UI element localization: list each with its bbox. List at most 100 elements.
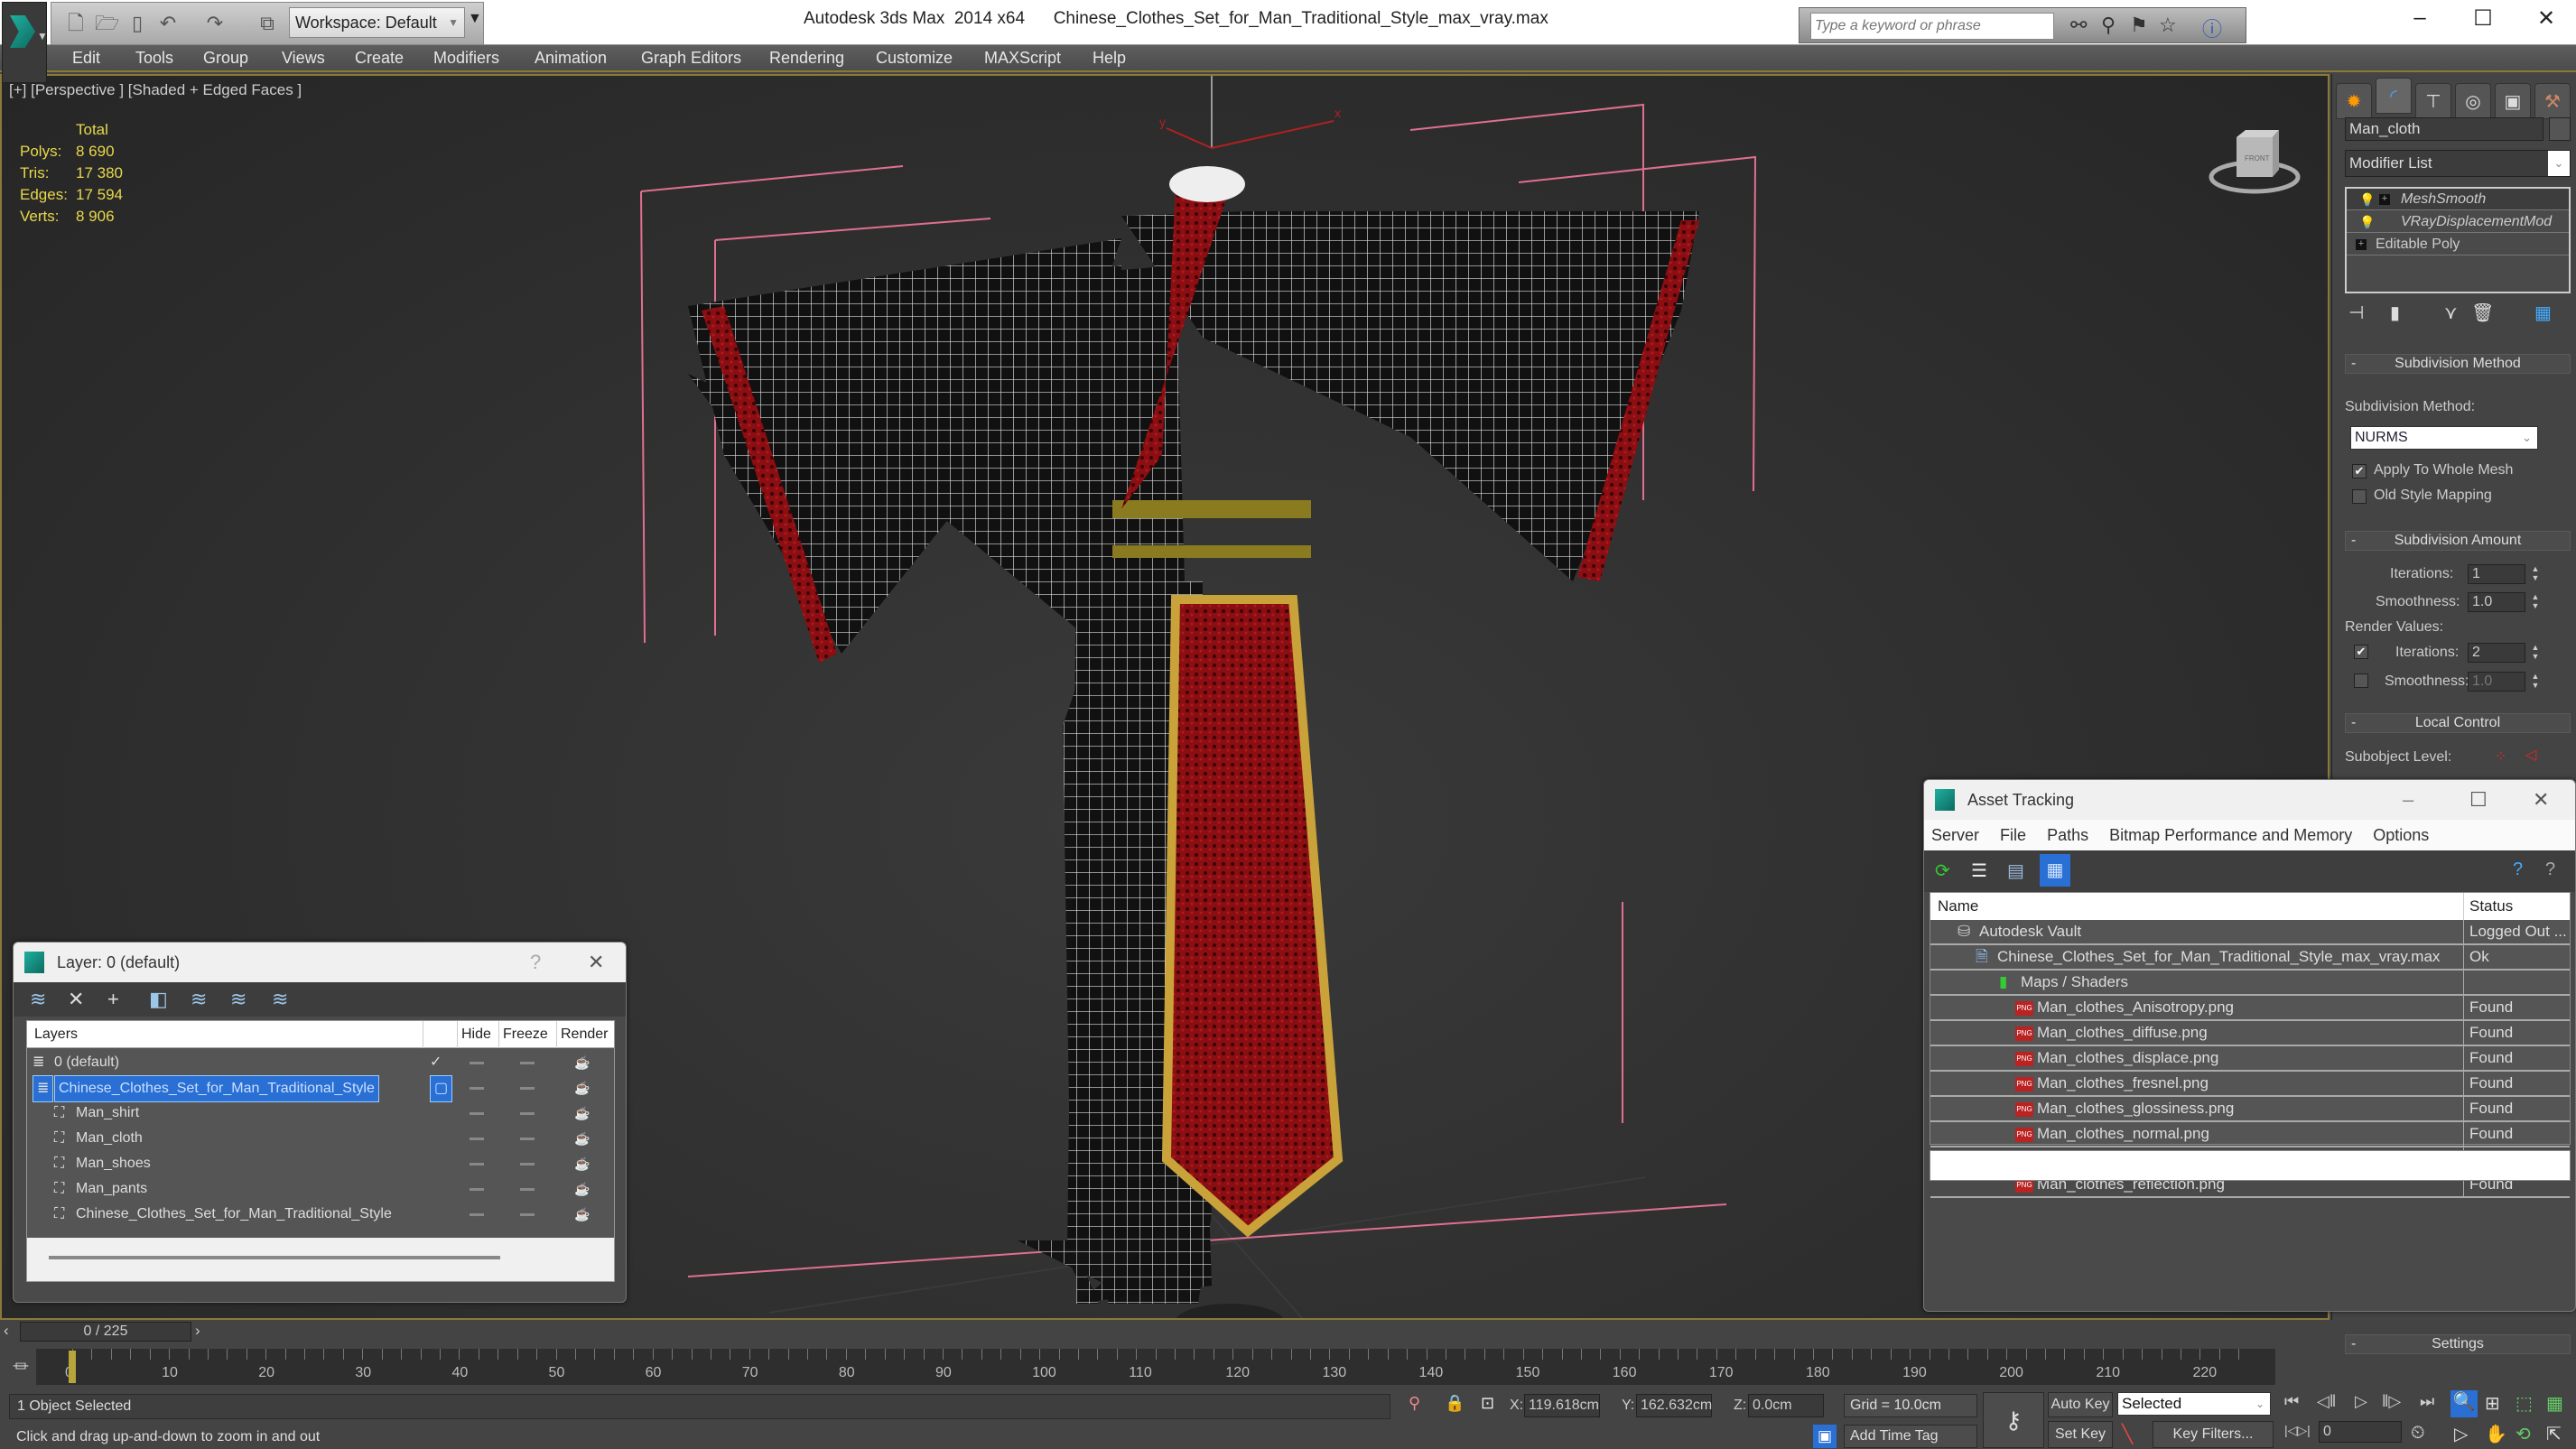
asset-row[interactable]: PNG Man_clothes_displace.png Found [1930,1046,2570,1072]
asset-row[interactable]: 🗎 Chinese_Clothes_Set_for_Man_Traditional… [1930,945,2570,971]
asset-row[interactable]: PNG Man_clothes_normal.png Found [1930,1122,2570,1147]
field-of-view-icon[interactable]: ▷ [2454,1423,2468,1445]
layer-row[interactable]: ⛶ Chinese_Clothes_Set_for_Man_Traditional… [27,1202,614,1227]
lightbulb-icon[interactable]: 💡 [2359,211,2375,233]
utilities-tab-icon[interactable]: ⚒ [2534,83,2571,119]
layer-row[interactable]: ⛶ Man_cloth ☕ [27,1126,614,1151]
set-key-big-button[interactable]: ⚷ [1983,1392,2044,1448]
menu-bitmap-performance[interactable]: Bitmap Performance and Memory [2109,826,2352,844]
horizontal-scrollbar[interactable] [27,1238,614,1281]
maximize-viewport-icon[interactable]: ⇱ [2546,1423,2562,1445]
select-objects-in-layer-icon[interactable]: ◧ [149,988,168,1011]
spinner-arrows-icon[interactable]: ▲ ▼ [2529,592,2542,612]
layer-name[interactable]: Chinese_Clothes_Set_for_Man_Traditional_… [54,1075,379,1102]
render-teapot-icon[interactable]: ☕ [574,1202,590,1227]
minimize-button[interactable]: – [2402,5,2438,31]
asset-path-field[interactable] [1930,1150,2571,1181]
layer-row[interactable]: ≣ Chinese_Clothes_Set_for_Man_Traditional… [27,1075,614,1102]
list-view-icon[interactable]: ☰ [1971,859,1987,882]
rollout-local-control[interactable]: - Local Control [2345,713,2571,733]
column-name[interactable]: Name [1938,893,1978,920]
time-tag-icon[interactable]: ▣ [1813,1425,1837,1448]
frame-indicator[interactable]: 0 / 225 [20,1322,191,1342]
hierarchy-tab-icon[interactable]: ⊤ [2415,83,2451,119]
menu-views[interactable]: Views [282,49,325,68]
undo-icon[interactable]: ↶ [156,12,180,35]
column-status[interactable]: Status [2463,893,2513,920]
column-layers[interactable]: Layers [27,1021,78,1048]
smoothness-spinner[interactable]: 1.0 [2468,592,2525,612]
zoom-extents-all-icon[interactable]: ▦ [2546,1392,2563,1415]
set-key-button[interactable]: Set Key [2048,1421,2113,1448]
hide-toggle[interactable] [470,1138,484,1140]
zoom-all-icon[interactable]: ⊞ [2485,1392,2500,1415]
layer-name[interactable]: Man_pants [76,1176,147,1202]
context-help-icon[interactable]: ? [2545,859,2555,880]
menu-rendering[interactable]: Rendering [769,49,844,68]
delete-layer-icon[interactable]: ✕ [68,988,84,1011]
render-teapot-icon[interactable]: ☕ [574,1050,590,1075]
key-mode-dropdown[interactable]: Selected ⌄ [2117,1392,2271,1416]
make-unique-icon[interactable]: ⋎ [2444,302,2458,324]
column-hide[interactable]: Hide [457,1021,491,1048]
help-icon[interactable]: ⓘ [2202,14,2222,42]
zoom-extents-icon[interactable]: ⬚ [2516,1392,2533,1415]
hide-toggle[interactable] [470,1188,484,1191]
next-frame-icon[interactable]: ‖▷ [2382,1392,2401,1411]
object-color-swatch[interactable] [2549,117,2571,141]
old-style-mapping-checkbox[interactable] [2352,489,2367,504]
show-end-result-icon[interactable]: ▮ [2390,302,2400,324]
render-iterations-spinner[interactable]: 2 [2468,643,2525,663]
create-tab-icon[interactable]: ✹ [2336,83,2372,119]
close-button[interactable]: ✕ [2528,5,2564,32]
menu-paths[interactable]: Paths [2047,826,2088,844]
object-name-field[interactable]: Man_cloth [2345,117,2543,141]
render-iterations-checkbox[interactable]: ✔ [2354,645,2368,659]
menu-options[interactable]: Options [2373,826,2429,844]
current-layer-checkmark-icon[interactable]: ✓ [430,1050,442,1075]
hide-toggle[interactable] [470,1062,484,1064]
expand-icon[interactable]: + [2356,239,2367,250]
toolbar-overflow-icon[interactable]: ▼ [468,11,482,27]
apply-whole-mesh-checkbox[interactable]: ✔ [2352,464,2367,478]
menu-group[interactable]: Group [203,49,248,68]
binoculars-icon[interactable]: ⚯ [2070,14,2087,37]
hide-toggle[interactable] [470,1163,484,1166]
layer-name[interactable]: 0 (default) [54,1050,119,1075]
spinner-arrows-icon[interactable]: ▲ ▼ [2529,643,2542,663]
x-coordinate-field[interactable]: 119.618cm [1524,1394,1600,1417]
favorites-star-icon[interactable]: ☆ [2159,14,2177,37]
render-teapot-icon[interactable]: ☕ [574,1075,590,1101]
prev-frame-icon[interactable]: ‹ [4,1322,9,1340]
open-file-icon[interactable]: 🗁 [95,12,119,35]
configure-modifier-sets-icon[interactable]: ▦ [2534,302,2552,324]
menu-file[interactable]: File [2000,826,2026,844]
rollout-subdivision-method[interactable]: - Subdivision Method [2345,354,2571,374]
freeze-toggle[interactable] [520,1163,535,1166]
layer-name[interactable]: Chinese_Clothes_Set_for_Man_Traditional_… [76,1202,392,1227]
menu-server[interactable]: Server [1931,826,1979,844]
vault-help-icon[interactable]: ? [2513,859,2523,880]
auto-key-button[interactable]: Auto Key [2048,1392,2113,1417]
column-current[interactable] [423,1021,457,1048]
rollout-subdivision-amount[interactable]: - Subdivision Amount [2345,531,2571,551]
orbit-icon[interactable]: ⟲ [2516,1423,2531,1445]
robe-model[interactable] [688,166,1699,1318]
refresh-icon[interactable]: ⟳ [1935,859,1950,882]
modify-tab-icon[interactable]: ◜ [2376,78,2412,114]
project-folder-icon[interactable]: ⧉ [256,12,279,35]
motion-tab-icon[interactable]: ◎ [2455,83,2491,119]
current-frame-spinner[interactable]: 0 [2319,1421,2402,1443]
hide-all-layers-icon[interactable]: ≋ [230,988,246,1011]
menu-tools[interactable]: Tools [135,49,173,68]
hide-toggle[interactable] [470,1112,484,1115]
freeze-toggle[interactable] [520,1138,535,1140]
details-view-icon[interactable]: ▤ [2007,859,2024,882]
rollout-settings[interactable]: - Settings [2345,1334,2571,1354]
maximize-button[interactable]: ☐ [2465,5,2501,32]
transform-gizmo[interactable] [1166,76,1334,150]
menu-modifiers[interactable]: Modifiers [433,49,499,68]
menu-edit[interactable]: Edit [72,49,100,68]
curve-editor-icon[interactable]: ⏛ [13,1354,29,1378]
render-teapot-icon[interactable]: ☕ [574,1101,590,1126]
